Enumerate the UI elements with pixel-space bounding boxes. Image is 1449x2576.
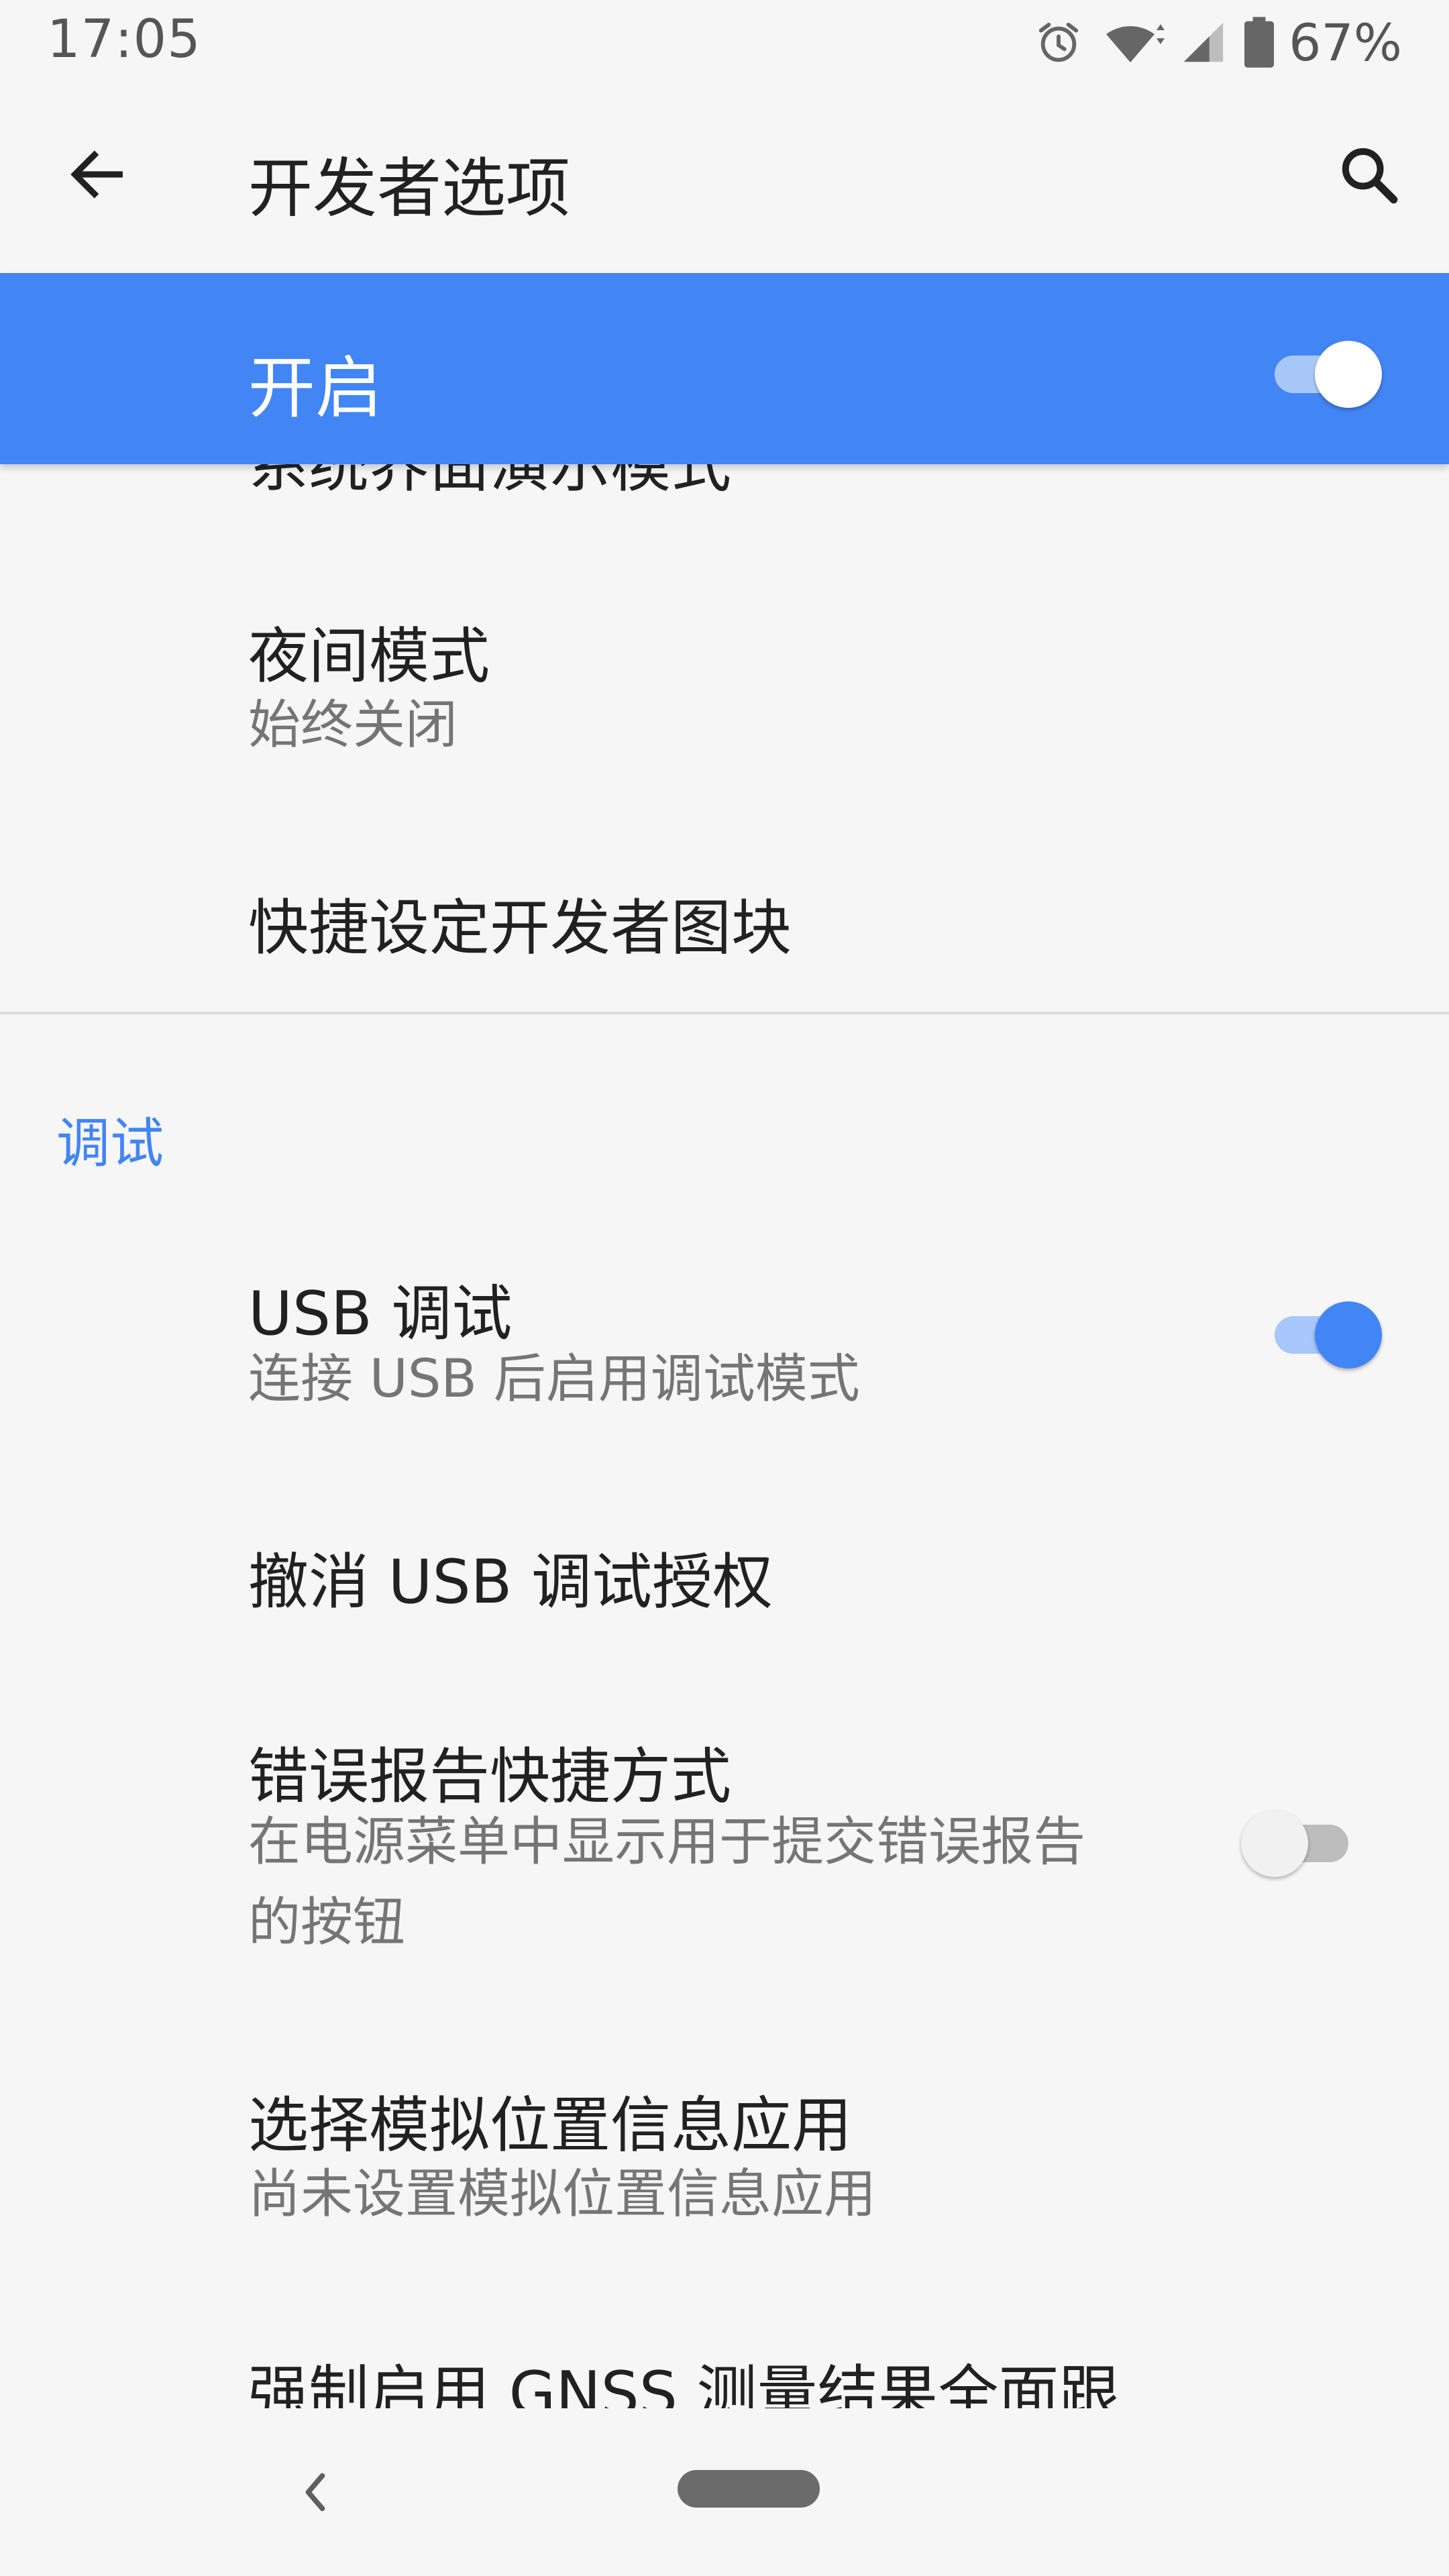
quick-tiles-title: 快捷设定开发者图块 (248, 893, 792, 963)
bug-report-title: 错误报告快捷方式 (248, 1741, 731, 1812)
night-mode-subtitle: 始终关闭 (248, 695, 458, 755)
switch-thumb (1241, 1810, 1308, 1877)
search-button[interactable] (1325, 131, 1412, 218)
battery-icon (1244, 17, 1275, 68)
status-bar: 17:05 67% (0, 0, 1449, 84)
master-switch-label: 开启 (248, 349, 382, 427)
mock-location-title: 选择模拟位置信息应用 (248, 2090, 852, 2161)
navigation-bar (0, 2408, 1449, 2576)
battery-percent: 67% (1289, 12, 1402, 72)
switch-thumb (1315, 341, 1382, 408)
arrow-back-icon (70, 150, 123, 199)
status-time: 17:05 (47, 9, 201, 70)
section-divider (0, 1012, 1449, 1014)
master-switch[interactable] (1268, 335, 1382, 408)
signal-icon (1180, 19, 1227, 66)
usb-debugging-switch[interactable] (1268, 1296, 1382, 1368)
bug-report-subtitle-line2: 的按钮 (248, 1892, 406, 1953)
status-icons: 67% (1035, 12, 1402, 72)
search-icon (1342, 148, 1398, 204)
usb-debugging-subtitle: 连接 USB 后启用调试模式 (248, 1349, 860, 1409)
usb-debugging-title: USB 调试 (248, 1279, 513, 1349)
alarm-icon (1035, 19, 1082, 66)
page-title: 开发者选项 (248, 151, 570, 226)
developer-options-screen: 系统界面演示模式 夜间模式 始终关闭 快捷设定开发者图块 调试 USB 调试 连… (0, 0, 1449, 2576)
night-mode-title: 夜间模式 (248, 621, 490, 692)
app-bar: 开发者选项 (0, 84, 1449, 273)
revoke-usb-title: 撤消 USB 调试授权 (248, 1547, 773, 1617)
master-switch-bar[interactable]: 开启 (0, 273, 1449, 464)
back-button[interactable] (54, 131, 141, 218)
mock-location-subtitle: 尚未设置模拟位置信息应用 (248, 2164, 877, 2224)
bug-report-switch[interactable] (1241, 1805, 1355, 1877)
chevron-left-icon (305, 2473, 325, 2512)
nav-back-button[interactable] (288, 2462, 342, 2522)
bug-report-subtitle-line1: 在电源菜单中显示用于提交错误报告 (248, 1812, 1086, 1872)
switch-thumb (1315, 1301, 1382, 1368)
debug-category-header: 调试 (56, 1112, 164, 1175)
nav-home-pill[interactable] (678, 2470, 820, 2508)
wifi-icon (1102, 18, 1167, 66)
